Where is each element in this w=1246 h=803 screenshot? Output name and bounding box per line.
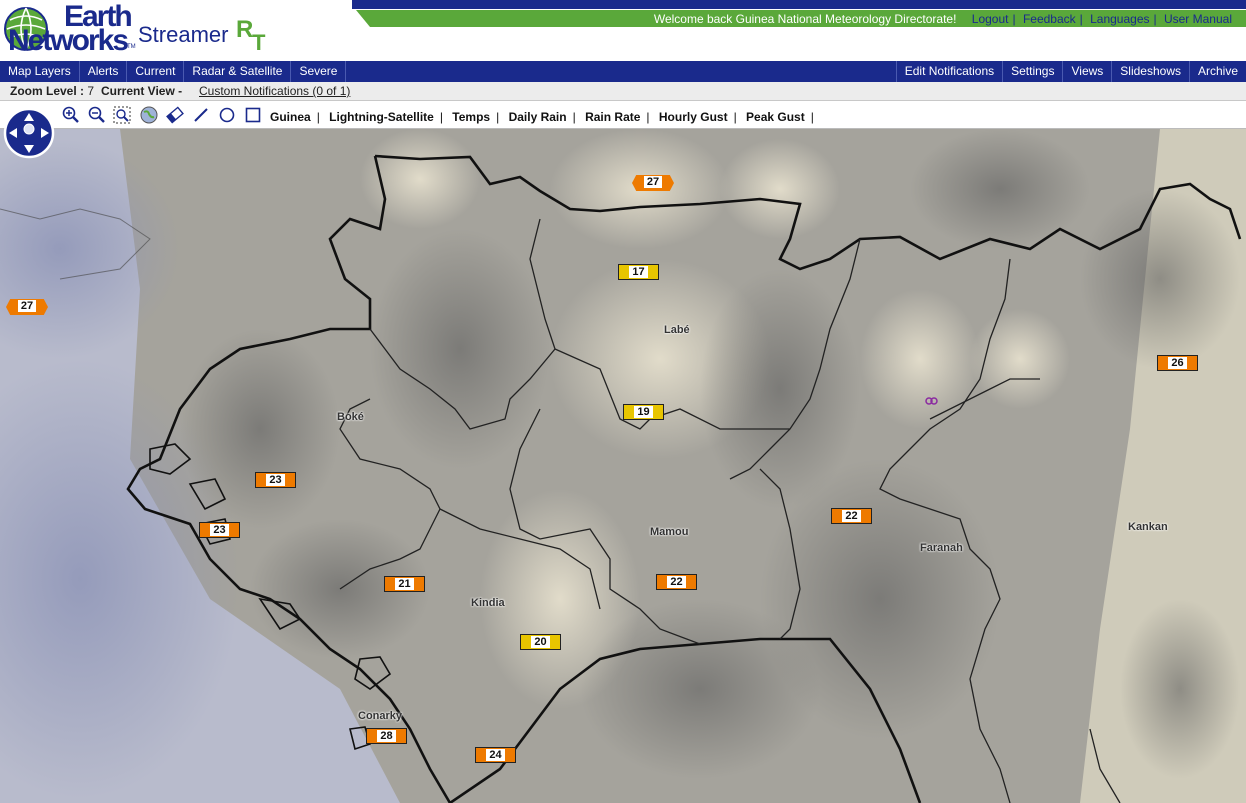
header: Earth Networks TM Streamer R T Welcome b…	[0, 0, 1246, 61]
status-bar: Zoom Level : 7 Current View - Custom Not…	[0, 82, 1246, 101]
languages-link[interactable]: Languages	[1090, 12, 1149, 26]
menu-edit-notifications[interactable]: Edit Notifications	[895, 61, 1002, 82]
menu-views[interactable]: Views	[1062, 61, 1111, 82]
welcome-message: Welcome back Guinea National Meteorology…	[653, 12, 957, 26]
product-name: Streamer	[138, 22, 229, 47]
map-graphics	[0, 129, 1246, 803]
map-canvas[interactable]: Labé Boké Mamou Kindia Faranah Kankan Co…	[0, 129, 1246, 803]
station-marker[interactable]: 27	[6, 299, 48, 315]
station-marker[interactable]: 23	[255, 472, 296, 488]
eraser-icon[interactable]	[166, 106, 184, 124]
draw-line-icon[interactable]	[192, 106, 210, 124]
menu-severe[interactable]: Severe	[291, 61, 347, 82]
product-suffix-t: T	[252, 30, 266, 55]
station-marker[interactable]: 17	[618, 264, 659, 280]
main-menu-bar: Map Layers Alerts Current Radar & Satell…	[0, 61, 1246, 82]
zoom-out-icon[interactable]	[88, 106, 106, 124]
station-marker[interactable]: 21	[384, 576, 425, 592]
city-label-boke: Boké	[337, 411, 364, 423]
city-label-faranah: Faranah	[920, 542, 963, 554]
logo-tm: TM	[127, 44, 136, 50]
logout-link[interactable]: Logout	[972, 12, 1009, 26]
draw-rectangle-icon[interactable]	[244, 106, 262, 124]
station-marker[interactable]: 27	[632, 175, 674, 191]
menu-settings[interactable]: Settings	[1002, 61, 1062, 82]
welcome-area: Welcome back Guinea National Meteorology…	[653, 12, 1232, 26]
layer-peak-gust[interactable]: Peak Gust	[746, 110, 805, 124]
station-marker[interactable]: 22	[656, 574, 697, 590]
zoom-level-label: Zoom Level : 7	[10, 84, 95, 98]
menu-radar-satellite[interactable]: Radar & Satellite	[184, 61, 292, 82]
globe-icon[interactable]	[140, 106, 158, 124]
pan-navigation-control[interactable]	[3, 107, 55, 159]
city-label-conakry: Conarky	[358, 710, 403, 722]
zoom-level-value: 7	[87, 84, 95, 98]
station-marker[interactable]: 20	[520, 634, 561, 650]
custom-notifications-link[interactable]: Custom Notifications (0 of 1)	[199, 84, 350, 98]
app-window: Earth Networks TM Streamer R T Welcome b…	[0, 0, 1246, 803]
station-marker[interactable]: 24	[475, 747, 516, 763]
city-label-labe: Labé	[664, 324, 690, 336]
city-label-kindia: Kindia	[471, 597, 505, 609]
draw-circle-icon[interactable]	[218, 106, 236, 124]
menu-right: Edit Notifications Settings Views Slides…	[895, 61, 1246, 82]
earth-networks-logo[interactable]: Earth Networks TM Streamer R T	[2, 0, 302, 58]
zoom-in-icon[interactable]	[62, 106, 80, 124]
station-marker[interactable]: 19	[623, 404, 664, 420]
map-toolbar: Guinea | Lightning-Satellite | Temps | Dail…	[0, 102, 1246, 129]
layer-rain-rate[interactable]: Rain Rate	[585, 110, 640, 124]
menu-map-layers[interactable]: Map Layers	[0, 61, 80, 82]
station-marker[interactable]: 26	[1157, 355, 1198, 371]
station-marker[interactable]: 28	[366, 728, 407, 744]
station-marker[interactable]: 22	[831, 508, 872, 524]
menu-slideshows[interactable]: Slideshows	[1111, 61, 1189, 82]
product-suffix-r: R	[236, 16, 254, 43]
layer-lightning-satellite[interactable]: Lightning-Satellite	[329, 110, 434, 124]
city-label-mamou: Mamou	[650, 526, 689, 538]
menu-current[interactable]: Current	[127, 61, 185, 82]
station-marker[interactable]: 23	[199, 522, 240, 538]
user-manual-link[interactable]: User Manual	[1164, 12, 1232, 26]
zoom-box-icon[interactable]	[113, 106, 131, 124]
layer-hourly-gust[interactable]: Hourly Gust	[659, 110, 728, 124]
layer-guinea[interactable]: Guinea	[270, 110, 311, 124]
current-view-label: Current View -	[101, 84, 183, 98]
logo-text-networks: Networks	[8, 24, 129, 57]
header-accent-bar	[352, 0, 1246, 9]
menu-archive[interactable]: Archive	[1188, 61, 1246, 82]
layer-links: Guinea | Lightning-Satellite | Temps | Dail…	[270, 110, 814, 124]
city-label-kankan: Kankan	[1128, 521, 1168, 533]
menu-left: Map Layers Alerts Current Radar & Satell…	[0, 61, 347, 82]
layer-temps[interactable]: Temps	[452, 110, 490, 124]
layer-daily-rain[interactable]: Daily Rain	[509, 110, 567, 124]
menu-alerts[interactable]: Alerts	[80, 61, 128, 82]
feedback-link[interactable]: Feedback	[1023, 12, 1076, 26]
